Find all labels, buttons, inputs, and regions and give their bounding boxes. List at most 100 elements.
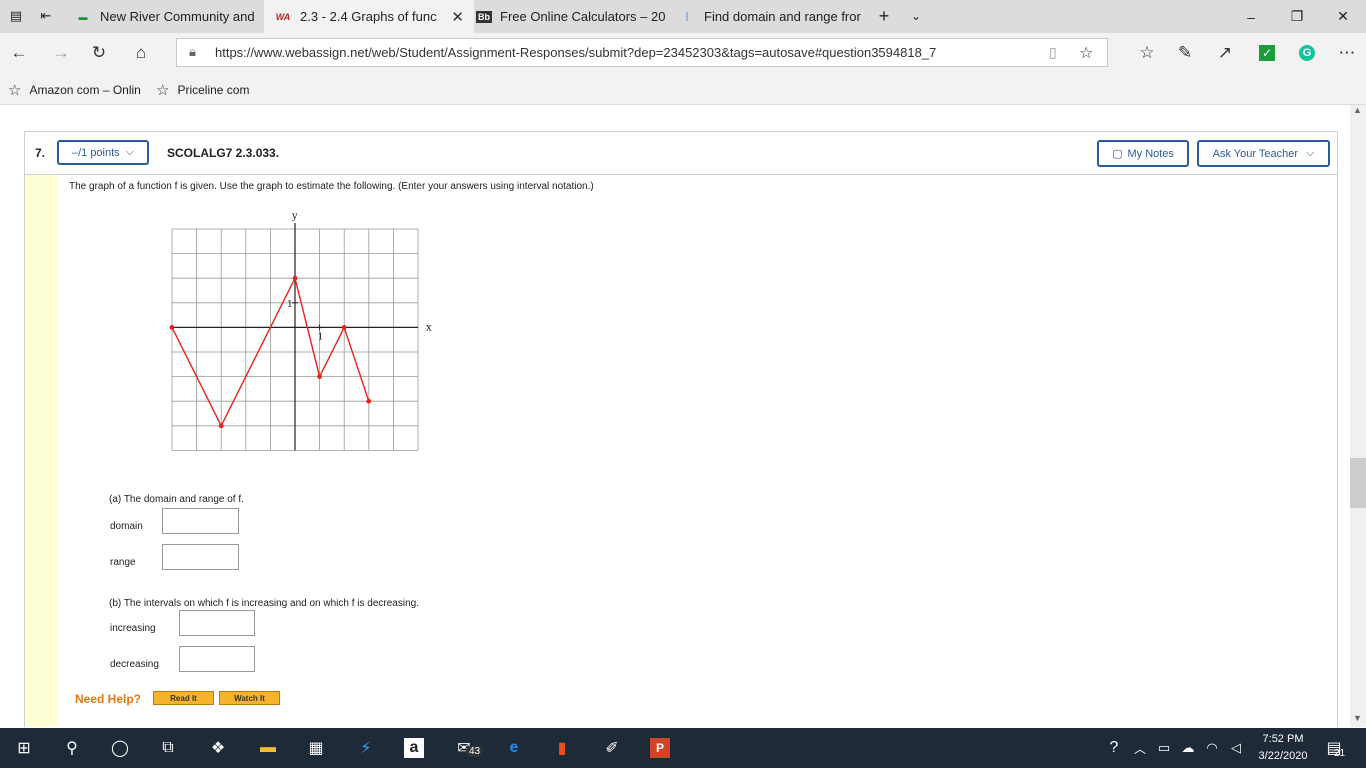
newriver-icon: ▬ (78, 11, 88, 22)
taskbar: ⊞ ⚲ ◯ ⧉ ❖ ▬ ▦ ⚡︎ a ✉ 43 e ▮ ✐ P ? ︿ ▭ ☁ … (0, 728, 1366, 768)
help-icon[interactable]: ? (1102, 736, 1126, 760)
restore-icon[interactable]: ❐ (1274, 0, 1320, 33)
tab-webassign[interactable]: WA 2.3 - 2.4 Graphs of func ✕ (264, 0, 474, 33)
page-icon: ❘ (683, 11, 691, 21)
favorite-priceline[interactable]: ☆ Priceline com (156, 81, 249, 99)
url-text: https://www.webassign.net/web/Student/As… (215, 45, 937, 60)
forward-icon[interactable]: → (48, 41, 74, 65)
new-tab-icon[interactable]: + (872, 4, 896, 28)
battery-icon[interactable]: ▭ (1152, 736, 1176, 760)
my-notes-button[interactable]: ▢ My Notes (1097, 140, 1189, 167)
chevron-down-icon: ⌵ (125, 146, 135, 158)
favorite-star-icon[interactable]: ☆ (1079, 43, 1093, 63)
read-it-button[interactable]: Read It (153, 691, 214, 705)
increasing-input[interactable] (179, 610, 255, 636)
reading-view-icon[interactable]: ▯ (1049, 44, 1057, 61)
webassign-icon: WA (275, 11, 291, 22)
dropbox-icon[interactable]: ❖ (206, 736, 230, 760)
tab-newriver[interactable]: ▬ New River Community and (66, 0, 270, 33)
star-icon: ☆ (8, 82, 22, 99)
range-label: range (110, 557, 136, 568)
more-icon[interactable]: ⋯ (1334, 41, 1360, 65)
tab-label: New River Community and (100, 9, 255, 24)
clock-time: 7:52 PM (1262, 733, 1304, 745)
question-prompt: The graph of a function f is given. Use … (69, 181, 594, 192)
grammarly-icon[interactable]: G (1294, 41, 1320, 65)
minimize-icon[interactable]: – (1228, 0, 1274, 33)
address-bar[interactable]: 🔒︎ https://www.webassign.net/web/Student… (176, 38, 1108, 67)
page-scrollbar[interactable]: ▲ ▼ (1350, 105, 1366, 727)
powerpoint-icon[interactable]: P (648, 736, 672, 760)
part-a-label: (a) The domain and range of f. (109, 494, 244, 505)
whiteboard-icon[interactable]: ✐ (600, 736, 624, 760)
points-dropdown[interactable]: –/1 points ⌵ (57, 140, 149, 165)
tab-actions-icon[interactable]: ▤ (4, 4, 28, 28)
function-point (366, 398, 372, 404)
x-axis-label: x (426, 322, 432, 333)
x-tick-label: 1 (318, 332, 324, 342)
clock-date: 3/22/2020 (1258, 750, 1308, 762)
amazon-icon[interactable]: a (402, 736, 426, 760)
function-point (317, 374, 322, 379)
part-b-label: (b) The intervals on which f is increasi… (109, 598, 419, 609)
blackboard-icon: Bb (476, 10, 492, 23)
visual-studio-icon[interactable]: ⚡︎ (354, 736, 378, 760)
clock[interactable]: 7:52 PM 3/22/2020 (1250, 731, 1316, 765)
scroll-up-icon[interactable]: ▲ (1353, 105, 1362, 115)
ask-teacher-label: Ask Your Teacher (1212, 147, 1299, 160)
store-icon[interactable]: ▦ (304, 736, 328, 760)
function-point (292, 275, 298, 281)
cortana-icon[interactable]: ◯ (108, 736, 132, 760)
function-point (341, 325, 347, 330)
star-icon: ☆ (156, 82, 170, 99)
function-graph: y x 1 1 (169, 211, 432, 451)
ask-teacher-button[interactable]: Ask Your Teacher ⌵ (1197, 140, 1330, 167)
pen-icon[interactable]: ✎ (1172, 41, 1198, 65)
question-number: 7. (35, 146, 46, 160)
increasing-label: increasing (110, 623, 156, 634)
file-explorer-icon[interactable]: ▬ (256, 736, 280, 760)
close-window-icon[interactable]: ✕ (1320, 0, 1366, 33)
checkmark-extension-icon[interactable]: ✓ (1254, 41, 1280, 65)
favorites-hub-icon[interactable]: ☆ (1134, 41, 1160, 65)
windows-start-icon[interactable]: ⊞ (12, 736, 36, 760)
notification-badge: 21 (1334, 748, 1346, 759)
volume-icon[interactable]: ◁ (1224, 736, 1248, 760)
close-tab-icon[interactable]: ✕ (451, 8, 464, 26)
show-hidden-icons-chevron-icon[interactable]: ︿ (1128, 736, 1152, 760)
refresh-icon[interactable]: ↻ (86, 41, 112, 65)
tab-list-chevron-icon[interactable]: ⌄ (904, 4, 928, 28)
tab-domain-range[interactable]: ❘ Find domain and range fror (668, 0, 878, 33)
task-view-icon[interactable]: ⧉ (156, 736, 180, 760)
office-icon[interactable]: ▮ (550, 736, 574, 760)
decreasing-input[interactable] (179, 646, 255, 672)
favorite-label: Amazon com – Onlin (29, 83, 141, 97)
lock-icon: 🔒︎ (189, 44, 196, 59)
domain-input[interactable] (162, 508, 239, 534)
edge-icon[interactable]: e (502, 736, 526, 760)
watch-it-button[interactable]: Watch It (219, 691, 280, 705)
mail-badge: 43 (466, 746, 484, 757)
search-icon[interactable]: ⚲ (60, 736, 84, 760)
function-point (169, 325, 175, 330)
back-icon[interactable]: ← (6, 41, 32, 65)
domain-label: domain (110, 521, 143, 532)
set-aside-tabs-icon[interactable]: ⇤ (34, 4, 58, 28)
tab-bar: ▤ ⇤ ▬ New River Community and WA 2.3 - 2… (0, 0, 1366, 33)
tab-calculators[interactable]: Bb Free Online Calculators – 20 (466, 0, 676, 33)
wifi-icon[interactable]: ◠ (1200, 736, 1224, 760)
favorites-bar: ☆ Amazon com – Onlin ☆ Priceline com (0, 73, 1366, 105)
favorite-amazon[interactable]: ☆ Amazon com – Onlin (8, 81, 141, 99)
onedrive-icon[interactable]: ☁ (1176, 736, 1200, 760)
scroll-thumb[interactable] (1350, 458, 1366, 508)
share-icon[interactable]: ↗ (1212, 41, 1238, 65)
function-point (218, 423, 224, 429)
scroll-down-icon[interactable]: ▼ (1353, 713, 1362, 723)
y-tick-label: 1 (287, 300, 293, 310)
question-header: 7. –/1 points ⌵ SCOLALG7 2.3.033. ▢ My N… (24, 131, 1338, 175)
range-input[interactable] (162, 544, 239, 570)
page-content: 7. –/1 points ⌵ SCOLALG7 2.3.033. ▢ My N… (0, 105, 1350, 727)
need-help-label: Need Help? (75, 692, 142, 706)
home-icon[interactable]: ⌂ (128, 41, 154, 65)
decreasing-label: decreasing (110, 659, 159, 670)
